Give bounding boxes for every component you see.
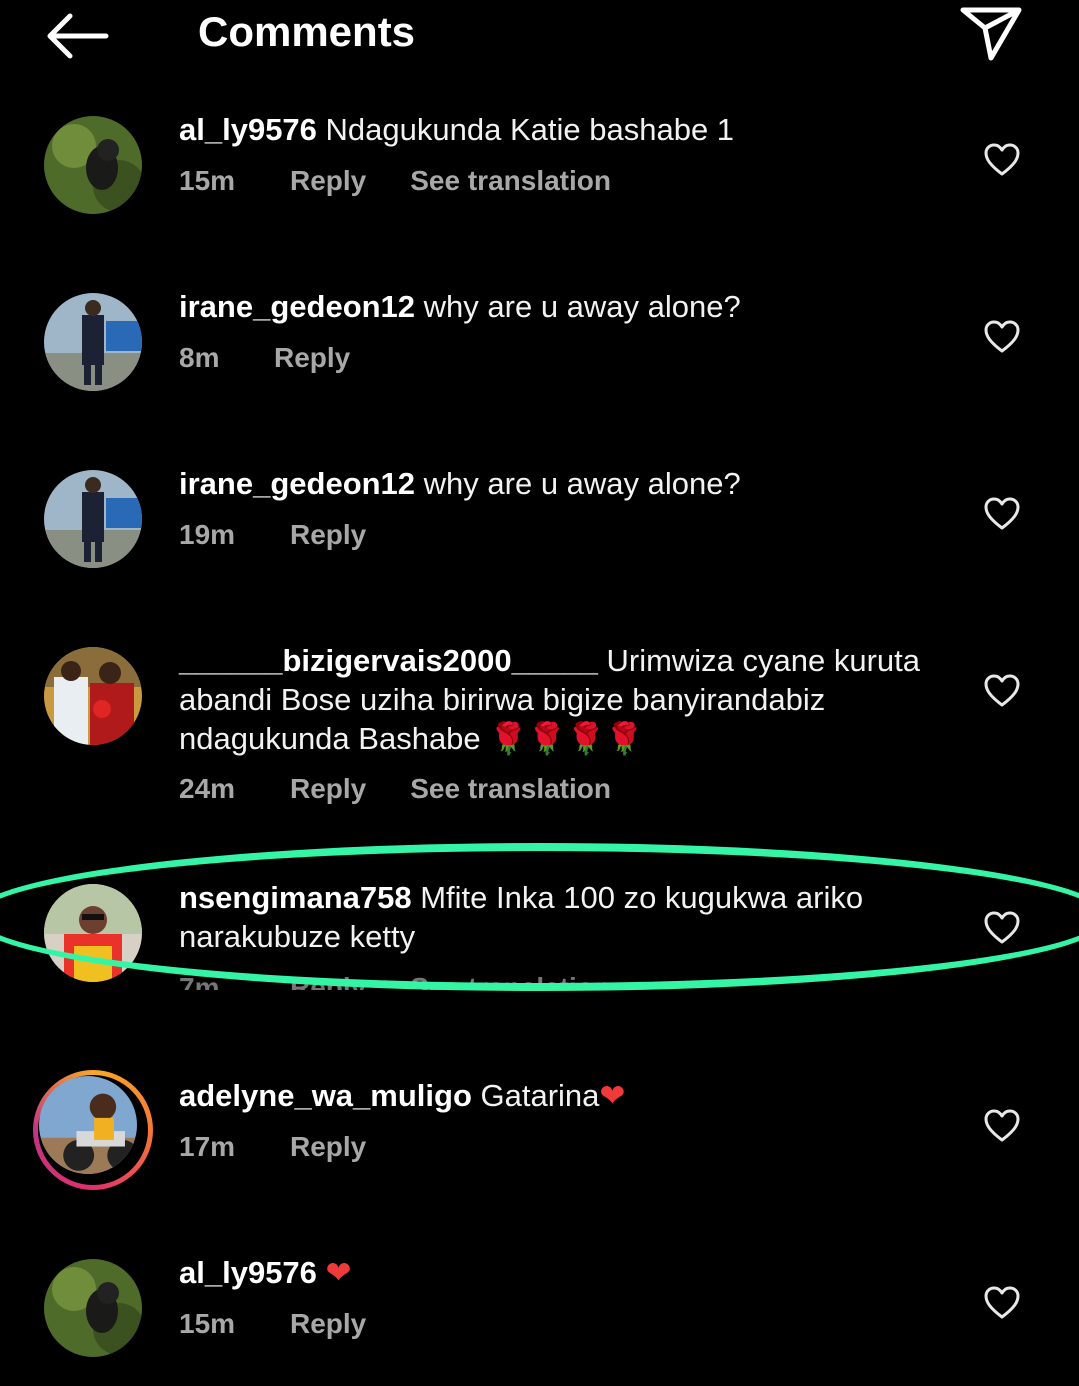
comment-item: al_ly9576 ❤ 15m Reply	[0, 1251, 1079, 1386]
reply-button[interactable]: Reply	[290, 165, 366, 197]
see-translation-button[interactable]: See translation	[410, 165, 611, 197]
comment-text: Ndagukunda Katie bashabe 1	[325, 112, 735, 147]
story-ring[interactable]	[33, 1070, 153, 1190]
avatar[interactable]	[44, 884, 142, 982]
see-translation-button[interactable]: See translation	[410, 773, 611, 805]
reply-button[interactable]: Reply	[290, 972, 366, 990]
comment-meta: 15m Reply	[179, 1308, 410, 1340]
avatar[interactable]	[44, 116, 142, 214]
comment-item: al_ly9576 Ndagukunda Katie bashabe 1 15m…	[0, 108, 1079, 268]
reply-button[interactable]: Reply	[290, 1308, 366, 1340]
avatar[interactable]	[44, 647, 142, 745]
reply-button[interactable]: Reply	[290, 773, 366, 805]
comment-meta: 17m Reply	[179, 1131, 410, 1163]
comment-meta: 8m Reply	[179, 342, 394, 374]
comment-item: irane_gedeon12 why are u away alone? 8m R…	[0, 285, 1079, 445]
comment-time: 7m	[179, 972, 220, 990]
comment-time: 15m	[179, 1308, 236, 1339]
heart-icon[interactable]	[984, 1286, 1020, 1320]
comment-username[interactable]: irane_gedeon12	[179, 289, 415, 324]
reply-button[interactable]: Reply	[274, 342, 350, 374]
reply-button[interactable]: Reply	[290, 519, 366, 551]
comment-item: irane_gedeon12 why are u away alone? 19m…	[0, 462, 1079, 622]
comment-item-highlighted: nsengimana758 Mfite Inka 100 zo kugukwa …	[0, 876, 1079, 1016]
top-bar: Comments	[0, 0, 1079, 70]
paper-plane-icon	[960, 7, 1022, 61]
comment-username[interactable]: irane_gedeon12	[179, 466, 415, 501]
comment-item: adelyne_wa_muligo Gatarina❤ 17m Reply	[0, 1070, 1079, 1234]
avatar[interactable]	[39, 1076, 137, 1174]
arrow-left-icon	[47, 13, 109, 59]
avatar[interactable]	[44, 293, 142, 391]
comment-text: Gatarina	[480, 1078, 600, 1113]
rose-emoji: 🌹🌹🌹🌹	[489, 721, 644, 757]
back-button[interactable]	[40, 8, 112, 64]
red-heart-emoji: ❤	[599, 1078, 626, 1114]
comment-item: ______bizigervais2000_____ Urimwiza cyan…	[0, 639, 1079, 829]
comment-text: why are u away alone?	[423, 466, 741, 501]
heart-icon[interactable]	[984, 143, 1020, 177]
comment-username[interactable]: al_ly9576	[179, 112, 317, 147]
comment-meta: 19m Reply	[179, 519, 410, 551]
comment-time: 19m	[179, 519, 236, 550]
heart-icon[interactable]	[984, 320, 1020, 354]
comment-username[interactable]: al_ly9576	[179, 1255, 317, 1290]
share-button[interactable]	[955, 2, 1027, 66]
comment-username[interactable]: ______bizigervais2000_____	[179, 643, 598, 678]
comment-meta: 24m Reply See translation	[179, 773, 611, 805]
comment-text: why are u away alone?	[423, 289, 741, 324]
comment-time: 8m	[179, 342, 220, 373]
reply-button[interactable]: Reply	[290, 1131, 366, 1163]
comment-time: 15m	[179, 165, 236, 196]
heart-icon[interactable]	[984, 1109, 1020, 1143]
comment-meta: 15m Reply See translation	[179, 165, 611, 197]
red-heart-emoji: ❤	[325, 1255, 352, 1291]
comment-meta: 7m Reply See translation	[179, 972, 611, 990]
avatar[interactable]	[44, 470, 142, 568]
comment-username[interactable]: adelyne_wa_muligo	[179, 1078, 472, 1113]
heart-icon[interactable]	[984, 497, 1020, 531]
avatar[interactable]	[44, 1259, 142, 1357]
page-title: Comments	[198, 8, 416, 55]
comment-time: 17m	[179, 1131, 236, 1162]
heart-icon[interactable]	[984, 911, 1020, 945]
comment-time: 24m	[179, 773, 236, 804]
heart-icon[interactable]	[984, 674, 1020, 708]
comment-username[interactable]: nsengimana758	[179, 880, 412, 915]
see-translation-button[interactable]: See translation	[410, 972, 611, 990]
